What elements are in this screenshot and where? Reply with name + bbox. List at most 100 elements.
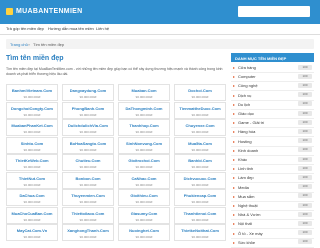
- domain-name[interactable]: Thuyenmien.Com: [63, 193, 113, 198]
- category-count-badge: 100: [298, 220, 312, 226]
- domain-card[interactable]: Dangxaydung.Com 90.000.000đ: [62, 84, 114, 101]
- domain-name[interactable]: Gioitrochoi.Com: [119, 158, 169, 163]
- domain-name[interactable]: BoHoaSangto.Com: [63, 141, 113, 146]
- sidebar-category-label: Hàng hóa: [238, 129, 256, 135]
- domain-card[interactable]: Thuyenmien.Com 90.000.000đ: [62, 189, 114, 206]
- nav-item-installment[interactable]: Trả góp tên miền đẹp: [6, 26, 44, 31]
- domain-card[interactable]: MayCat.Com.Vn 90.000.000đ: [6, 224, 58, 241]
- domain-price: 90.000.000đ: [191, 200, 209, 204]
- domain-card[interactable]: Banhbi.Com 90.000.000đ: [174, 154, 226, 171]
- domain-name[interactable]: Thanhhop.Com: [119, 123, 169, 128]
- domain-card[interactable]: Giasumy.Com 90.000.000đ: [118, 206, 170, 224]
- domain-card[interactable]: Bonbon.Com 90.000.000đ: [62, 171, 114, 189]
- domain-name[interactable]: Thiettoilaoo.Com: [63, 211, 113, 216]
- domain-name[interactable]: Sinhto.Com: [7, 141, 57, 146]
- logo-text: MUABANTENMIEN: [16, 8, 83, 15]
- domain-name[interactable]: DaThongminh.Com: [119, 106, 169, 111]
- domain-name[interactable]: Bonbon.Com: [63, 176, 113, 181]
- domain-card[interactable]: CaNhac.Com 90.000.000đ: [118, 171, 170, 189]
- domain-name[interactable]: CaNhac.Com: [119, 176, 169, 181]
- chevron-right-icon: ▸: [233, 92, 236, 98]
- domain-card[interactable]: Phukiencap.Com 90.000.000đ: [174, 189, 226, 206]
- search-input[interactable]: [238, 6, 310, 17]
- chevron-right-icon: ▸: [233, 212, 236, 218]
- domain-name[interactable]: Dichvucuoc.Com: [175, 176, 225, 181]
- domain-name[interactable]: MuaChoCuaBan.Com: [7, 211, 57, 216]
- nav-item-contact[interactable]: Liên hệ: [96, 26, 109, 31]
- domain-card[interactable]: Dichvucuoc.Com 90.000.000đ: [174, 171, 226, 189]
- domain-name[interactable]: Banhbi.Com: [175, 158, 225, 163]
- domain-card[interactable]: DaChua.Com 90.000.000đ: [6, 189, 58, 206]
- domain-name[interactable]: BanhmiVietnam.Com: [7, 88, 57, 93]
- domain-name[interactable]: Phukiencap.Com: [175, 193, 225, 198]
- chevron-right-icon: ▸: [233, 175, 236, 181]
- domain-name[interactable]: ThietNut.Com: [7, 176, 57, 181]
- domain-card[interactable]: ThietKeWeb.Com 90.000.000đ: [6, 154, 58, 171]
- domain-name[interactable]: DongchoiCongty.Com: [7, 106, 57, 111]
- chevron-right-icon: ▸: [233, 111, 236, 116]
- domain-card[interactable]: XanghongThanh.Com 90.000.000đ: [62, 224, 114, 241]
- domain-name[interactable]: Dangxaydung.Com: [63, 88, 113, 93]
- site-logo[interactable]: MUABANTENMIEN: [6, 6, 83, 17]
- domain-name[interactable]: Thanhtienoi.Com: [175, 211, 225, 216]
- domain-card[interactable]: MuaChoCuaBan.Com 90.000.000đ: [6, 206, 58, 224]
- domain-card[interactable]: BoHoaSangto.Com 90.000.000đ: [62, 136, 114, 154]
- domain-name[interactable]: Gioithieu.Com: [119, 193, 169, 198]
- domain-name[interactable]: Nuoinghet.Com: [119, 228, 169, 233]
- domain-card[interactable]: TienmattheDuoc.Com 90.000.000đ: [174, 101, 226, 119]
- domain-name[interactable]: Chutieu.Com: [63, 158, 113, 163]
- domain-card[interactable]: PhongBanh.Com 90.000.000đ: [62, 101, 114, 119]
- domain-name[interactable]: MayCat.Com.Vn: [7, 228, 57, 233]
- domain-card[interactable]: Gioitrochoi.Com 90.000.000đ: [118, 154, 170, 171]
- domain-card[interactable]: ThietkeNoithat.Com 90.000.000đ: [174, 224, 226, 241]
- domain-name[interactable]: SinhNonvung.Com: [119, 141, 169, 146]
- nav-item-guide[interactable]: Hướng dẫn mua tên miền: [48, 26, 94, 31]
- domain-card[interactable]: Muaban.Com 90.000.000đ: [118, 84, 170, 101]
- domain-name[interactable]: Muaban.Com: [119, 88, 169, 93]
- domain-name[interactable]: DaChua.Com: [7, 193, 57, 198]
- domain-price: 90.000.000đ: [191, 95, 209, 99]
- domain-card[interactable]: DaThongminh.Com 90.000.000đ: [118, 101, 170, 119]
- sidebar-category-label: Game - Giải trí: [238, 120, 265, 126]
- sidebar-category-label: Nhà & Vườn: [238, 212, 261, 218]
- domain-card[interactable]: MuabanPhanKet.Com 90.000.000đ: [6, 119, 58, 136]
- domain-name[interactable]: ThietkeNoithat.Com: [175, 228, 225, 233]
- domain-card[interactable]: Chutieu.Com 90.000.000đ: [62, 154, 114, 171]
- domain-card[interactable]: Sinhto.Com 90.000.000đ: [6, 136, 58, 154]
- domain-name[interactable]: XanghongThanh.Com: [63, 228, 113, 233]
- domain-name[interactable]: Dochoi.Com: [175, 88, 225, 93]
- domain-card[interactable]: ThietNut.Com 90.000.000đ: [6, 171, 58, 189]
- domain-name[interactable]: PhongBanh.Com: [63, 106, 113, 111]
- sidebar-category-item[interactable]: ▸ Sức khỏe 100: [231, 238, 314, 248]
- top-header: MUABANTENMIEN: [0, 0, 320, 24]
- domain-card[interactable]: Gioithieu.Com 90.000.000đ: [118, 189, 170, 206]
- domain-card[interactable]: SinhNonvung.Com 90.000.000đ: [118, 136, 170, 154]
- domain-card[interactable]: Nuoinghet.Com 90.000.000đ: [118, 224, 170, 241]
- domain-name[interactable]: Mua5ta.Com: [175, 141, 225, 146]
- domain-name[interactable]: MuabanPhanKet.Com: [7, 123, 57, 128]
- domain-card[interactable]: Thiettoilaoo.Com 90.000.000đ: [62, 206, 114, 224]
- domain-name[interactable]: Giasumy.Com: [119, 211, 169, 216]
- domain-price: 90.000.000đ: [191, 182, 209, 187]
- sidebar-category-label: Ô tô - Xe máy: [238, 230, 263, 236]
- domain-name[interactable]: ThietKeWeb.Com: [7, 158, 57, 163]
- domain-card[interactable]: Dochoi.Com 90.000.000đ: [174, 84, 226, 101]
- domain-card[interactable]: DulichdulichVia.Com 90.000.000đ: [62, 119, 114, 136]
- domain-card[interactable]: DongchoiCongty.Com 90.000.000đ: [6, 101, 58, 119]
- sidebar-category-label: Dịch vụ: [238, 92, 252, 98]
- category-count-badge: 100: [298, 202, 312, 208]
- breadcrumb-home[interactable]: Trang chủ: [10, 42, 28, 47]
- domain-price: 90.000.000đ: [23, 235, 41, 239]
- category-count-badge: 100: [298, 184, 312, 190]
- domain-card[interactable]: Thanhhop.Com 90.000.000đ: [118, 119, 170, 136]
- chevron-right-icon: ▸: [233, 83, 236, 89]
- domain-name[interactable]: TienmattheDuoc.Com: [175, 106, 225, 111]
- domain-card[interactable]: Chuyenxe.Com 90.000.000đ: [174, 119, 226, 136]
- domain-price: 90.000.000đ: [23, 217, 41, 222]
- domain-card[interactable]: Mua5ta.Com 90.000.000đ: [174, 136, 226, 154]
- domain-name[interactable]: Chuyenxe.Com: [175, 123, 225, 128]
- domain-card[interactable]: BanhmiVietnam.Com 90.000.000đ: [6, 84, 58, 101]
- domain-name[interactable]: DulichdulichVia.Com: [63, 123, 113, 128]
- chevron-right-icon: ▸: [233, 184, 236, 190]
- domain-card[interactable]: Thanhtienoi.Com 90.000.000đ: [174, 206, 226, 224]
